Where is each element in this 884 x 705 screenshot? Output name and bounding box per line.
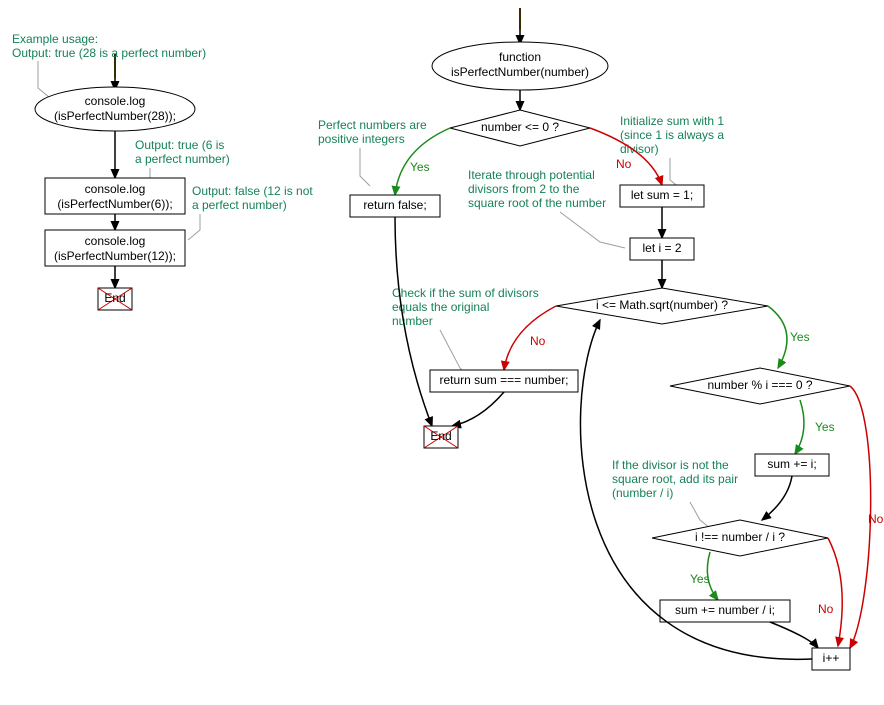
svg-text:End: End [104,291,125,305]
svg-text:sum += i;: sum += i; [767,457,816,471]
label-no-loop: No [530,334,546,348]
node-let-sum: let sum = 1; [620,185,704,207]
comment-iterate-l1: Iterate through potential [468,168,595,182]
label-yes-1: Yes [410,160,430,174]
node-log-6: console.log (isPerfectNumber(6)); [45,178,185,214]
terminator-end-left: End [98,288,132,310]
svg-text:return sum === number;: return sum === number; [439,373,568,387]
comment-pair-l1: If the divisor is not the [612,458,729,472]
svg-text:console.log: console.log [85,234,146,248]
svg-text:i <= Math.sqrt(number) ?: i <= Math.sqrt(number) ? [596,298,728,312]
comment-iterate-l2: divisors from 2 to the [468,182,580,196]
svg-text:console.log: console.log [85,182,146,196]
svg-text:number % i === 0 ?: number % i === 0 ? [707,378,812,392]
label-no-1: No [616,157,632,171]
node-function-def: function isPerfectNumber(number) [432,42,608,90]
comment-check-l1: Check if the sum of divisors [392,286,539,300]
decision-mod: number % i === 0 ? [670,368,850,404]
node-sum-plus-i: sum += i; [755,454,829,476]
comment-iterate-l3: square root of the number [468,196,606,210]
svg-text:console.log: console.log [85,94,146,108]
comment-output-6-l2: a perfect number) [135,152,230,166]
svg-text:i !== number / i ?: i !== number / i ? [695,530,785,544]
label-yes-loop: Yes [790,330,810,344]
comment-init-l1: Initialize sum with 1 [620,114,724,128]
label-yes-neq: Yes [690,572,710,586]
node-log-12: console.log (isPerfectNumber(12)); [45,230,185,266]
comment-output-12-l2: a perfect number) [192,198,287,212]
comment-positive-l1: Perfect numbers are [318,118,427,132]
svg-text:function: function [499,50,541,64]
decision-neq: i !== number / i ? [652,520,828,556]
comment-check-l2: equals the original [392,300,489,314]
comment-init-l2: (since 1 is always a [620,128,724,142]
node-return-eq: return sum === number; [430,370,578,392]
comment-positive-l2: positive integers [318,132,405,146]
node-i-plus-plus: i++ [812,648,850,670]
comment-pair-l2: square root, add its pair [612,472,738,486]
svg-text:(isPerfectNumber(12));: (isPerfectNumber(12)); [54,249,176,263]
terminator-end-right: End [424,426,458,448]
svg-text:End: End [430,429,451,443]
node-sum-plus-pair: sum += number / i; [660,600,790,622]
comment-check-l3: number [392,314,433,328]
decision-le-zero: number <= 0 ? [450,110,590,146]
comment-pair-l3: (number / i) [612,486,673,500]
node-log-28: console.log (isPerfectNumber(28)); [35,87,195,131]
flowchart-diagram: Example usage: Output: true (28 is a per… [0,0,884,705]
label-yes-mod: Yes [815,420,835,434]
node-let-i: let i = 2 [630,238,694,260]
label-no-neq: No [818,602,834,616]
label-no-mod: No [868,512,884,526]
svg-text:i++: i++ [823,651,840,665]
svg-text:number <= 0 ?: number <= 0 ? [481,120,559,134]
decision-loop-cond: i <= Math.sqrt(number) ? [556,288,768,324]
comment-output-28: Output: true (28 is a perfect number) [12,46,206,60]
svg-text:(isPerfectNumber(28));: (isPerfectNumber(28)); [54,109,176,123]
svg-text:sum += number / i;: sum += number / i; [675,603,775,617]
svg-text:let i = 2: let i = 2 [642,241,681,255]
comment-output-12-l1: Output: false (12 is not [192,184,313,198]
comment-example-usage: Example usage: [12,32,98,46]
svg-text:let sum = 1;: let sum = 1; [631,188,693,202]
node-return-false: return false; [350,195,440,217]
svg-text:return false;: return false; [363,198,426,212]
svg-text:isPerfectNumber(number): isPerfectNumber(number) [451,65,589,79]
svg-text:(isPerfectNumber(6));: (isPerfectNumber(6)); [57,197,172,211]
comment-output-6-l1: Output: true (6 is [135,138,224,152]
